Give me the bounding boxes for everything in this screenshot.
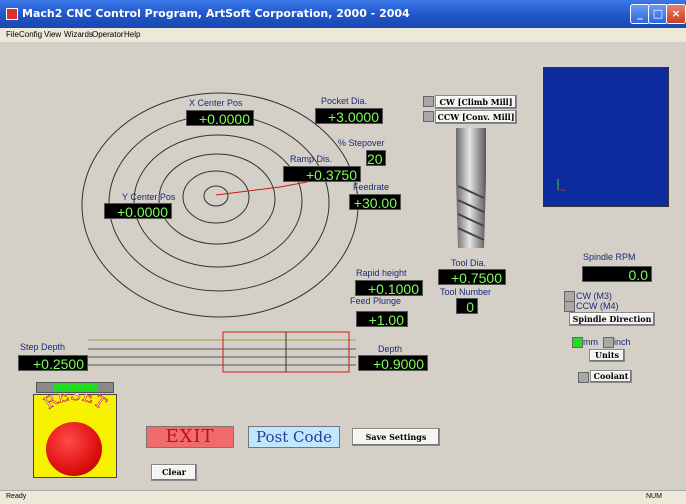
cw-m3-label: CW (M3) [576,291,612,301]
ramp-dis-label: Ramp Dis. [290,154,333,164]
units-button[interactable]: Units [589,349,625,362]
status-bar: Ready NUM [0,490,686,504]
ccw-conv-mill-button[interactable]: CCW [Conv. Mill] [435,110,517,124]
spindle-rpm-label: Spindle RPM [583,252,636,262]
coolant-button[interactable]: Coolant [590,370,632,383]
minimize-icon[interactable]: _ [630,4,650,24]
reset-label-arc: RESET [40,394,110,413]
spindle-direction-button[interactable]: Spindle Direction [569,312,655,326]
inch-led[interactable] [603,337,614,348]
post-code-button[interactable]: Post Code [248,426,340,448]
rapid-height-label: Rapid height [356,268,407,278]
tool-number-dro[interactable]: 0 [456,298,478,315]
depth-dro[interactable]: +0.9000 [358,355,428,372]
cw-climb-led [423,96,434,107]
menu-help[interactable]: Help [124,30,140,39]
feed-plunge-dro[interactable]: +1.00 [356,311,408,328]
feed-plunge-label: Feed Plunge [350,296,402,306]
window-title: Mach2 CNC Control Program, ArtSoft Corpo… [22,7,410,20]
axis-origin-icon [557,179,566,191]
svg-text:RESET: RESET [40,394,110,413]
rapid-height-dro[interactable]: +0.1000 [355,280,423,297]
reset-label: RESET [40,394,110,413]
menu-wizards[interactable]: Wizards [64,30,93,39]
step-depth-dro[interactable]: +0.2500 [18,355,88,372]
spindle-rpm-dro[interactable]: 0.0 [582,266,652,283]
tool-dia-dro[interactable]: +0.7500 [438,269,506,286]
title-bar: Mach2 CNC Control Program, ArtSoft Corpo… [0,0,686,28]
cw-climb-mill-button[interactable]: CW [Climb Mill] [435,95,517,109]
menu-view[interactable]: View [44,30,61,39]
inch-label: inch [614,337,631,347]
step-depth-label: Step Depth [20,342,66,352]
stepover-dro[interactable]: 20 [366,150,386,167]
reset-led [53,384,97,391]
pocket-dia-dro[interactable]: +3.0000 [315,108,383,125]
y-center-label: Y Center Pos [122,192,176,202]
coolant-led [578,372,589,383]
menu-operator[interactable]: Operator [92,30,124,39]
status-text: Ready [6,493,27,500]
pocket-dia-label: Pocket Dia. [321,96,368,106]
feedrate-label: Feedrate [353,182,390,192]
y-center-dro[interactable]: +0.0000 [104,203,172,220]
ccw-m4-led[interactable] [564,301,575,312]
end-mill-tool-icon [456,128,486,248]
x-center-label: X Center Pos [189,98,243,108]
menu-file[interactable]: File [6,30,19,39]
depth-diagram [88,331,356,373]
feedrate-dro[interactable]: +30.00 [349,194,401,211]
stepover-label: % Stepover [338,138,385,148]
depth-label: Depth [378,344,403,354]
ccw-m4-label: CCW (M4) [576,301,619,311]
tool-dia-label: Tool Dia. [451,258,487,268]
toolpath-preview[interactable] [543,67,669,207]
close-icon[interactable]: × [666,4,686,24]
num-lock-indicator: NUM [646,493,662,500]
reset-status-bar [36,382,114,393]
tool-number-label: Tool Number [440,287,492,297]
mm-label: mm [583,337,598,347]
ccw-conv-led [423,111,434,122]
exit-button[interactable]: EXIT [146,426,234,448]
mm-led[interactable] [572,337,583,348]
clear-button[interactable]: Clear [151,464,197,481]
menu-bar: File Config View Wizards Operator Help [0,28,686,42]
menu-config[interactable]: Config [19,30,42,39]
app-icon [6,8,18,20]
x-center-dro[interactable]: +0.0000 [186,110,254,127]
maximize-icon[interactable]: □ [648,4,668,24]
save-settings-button[interactable]: Save Settings [352,428,440,446]
ramp-dis-dro[interactable]: +0.3750 [283,166,361,183]
